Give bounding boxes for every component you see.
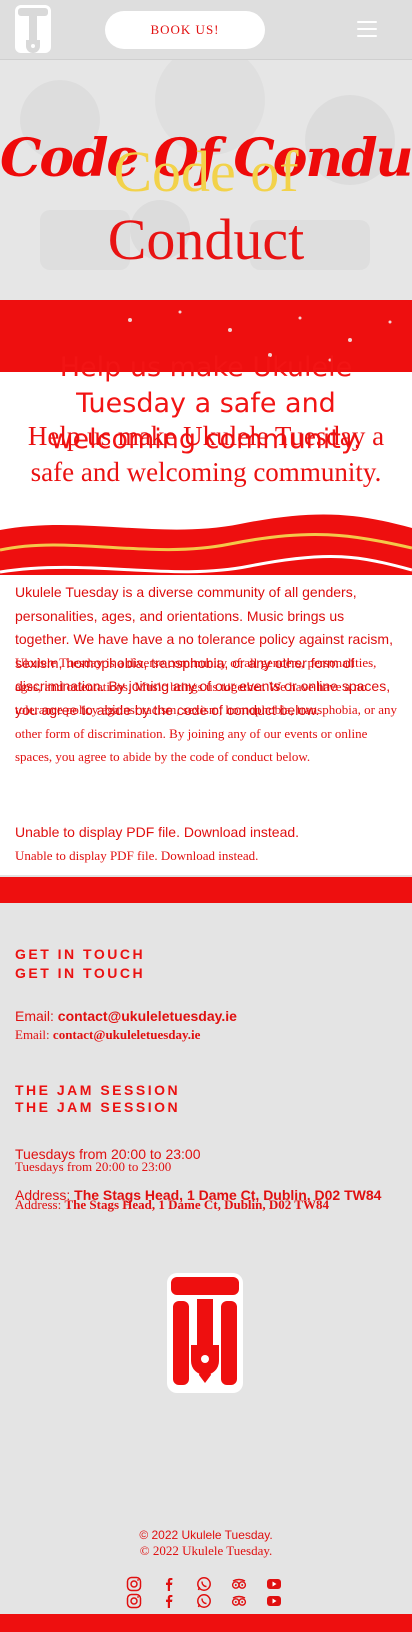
instagram-icon[interactable] <box>126 1576 142 1592</box>
email-line-alt: Email: contact@ukuleletuesday.ie <box>15 1026 200 1044</box>
hamburger-menu-icon[interactable] <box>357 21 377 37</box>
instagram-icon[interactable] <box>126 1593 142 1609</box>
ukulele-tuesday-logo-large <box>167 1273 243 1393</box>
site-header: BOOK US! <box>0 0 412 60</box>
bottom-red-bar <box>0 1614 412 1632</box>
tagline-heading-alt: Help us make Ukulele Tuesday a safe and … <box>27 421 385 487</box>
red-divider-bar <box>0 877 412 903</box>
book-us-button[interactable]: BOOK US! <box>105 11 265 49</box>
page-title-line-2: Conduct <box>107 207 305 272</box>
facebook-icon[interactable] <box>161 1593 177 1609</box>
contact-heading: GET IN TOUCH <box>15 946 146 962</box>
session-times-alt: Tuesdays from 20:00 to 23:00 <box>15 1159 172 1174</box>
whatsapp-icon[interactable] <box>196 1593 212 1609</box>
youtube-icon[interactable] <box>266 1593 282 1609</box>
email-label: Email: <box>15 1027 53 1042</box>
contact-heading-alt: GET IN TOUCH <box>15 965 146 981</box>
whatsapp-icon[interactable] <box>196 1576 212 1592</box>
intro-paragraph-alt: Ukulele Tuesday is a diverse community o… <box>15 655 397 764</box>
copyright-alt: © 2022 Ukulele Tuesday. <box>139 1543 273 1558</box>
address-value: The Stags Head, 1 Dame Ct, Dublin, D02 T… <box>64 1197 329 1212</box>
email-label: Email: <box>15 1008 58 1024</box>
facebook-icon[interactable] <box>161 1576 177 1592</box>
youtube-icon[interactable] <box>266 1576 282 1592</box>
tripadvisor-icon[interactable] <box>231 1593 247 1609</box>
email-link[interactable]: contact@ukuleletuesday.ie <box>58 1008 237 1024</box>
copyright: © 2022 Ukulele Tuesday. <box>139 1528 273 1542</box>
code-of-conduct-content: Ukulele Tuesday is a diverse community o… <box>0 575 412 875</box>
address-label: Address: <box>15 1197 65 1212</box>
address-line-alt: Address: The Stags Head, 1 Dame Ct, Dubl… <box>15 1195 385 1215</box>
social-icons-alt <box>121 1593 291 1611</box>
ukulele-tuesday-logo[interactable] <box>14 4 52 54</box>
tripadvisor-icon[interactable] <box>231 1576 247 1592</box>
pdf-download-link[interactable]: Unable to display PDF file. Download ins… <box>15 824 299 840</box>
page-title: Code of Conduct <box>0 138 412 274</box>
page-title-line-1: Code of <box>113 139 299 204</box>
hero-banner: Code Of Conduct Code of Conduct <box>0 60 412 300</box>
email-link[interactable]: contact@ukuleletuesday.ie <box>53 1027 201 1042</box>
social-icons <box>121 1576 291 1594</box>
email-line: Email: contact@ukuleletuesday.ie <box>15 1007 237 1025</box>
tagline-section: Help us make Ukulele Tuesday a safe and … <box>0 300 412 610</box>
pdf-download-link-alt[interactable]: Unable to display PDF file. Download ins… <box>15 848 258 864</box>
jam-session-heading-alt: THE JAM SESSION <box>15 1099 181 1115</box>
jam-session-heading: THE JAM SESSION <box>15 1082 181 1098</box>
site-footer: GET IN TOUCH GET IN TOUCH Email: contact… <box>0 903 412 1632</box>
